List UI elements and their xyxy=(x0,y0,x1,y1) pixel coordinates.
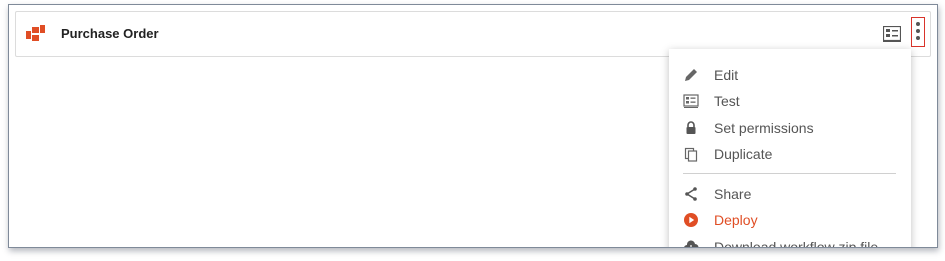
menu-item-label: Download workflow zip file xyxy=(714,239,879,248)
menu-item-share[interactable]: Share xyxy=(669,182,911,206)
menu-divider xyxy=(683,173,896,174)
menu-item-edit[interactable]: Edit xyxy=(669,63,911,87)
play-circle-icon xyxy=(684,213,698,227)
menu-item-label: Share xyxy=(714,186,752,202)
more-vertical-icon xyxy=(916,22,920,26)
menu-item-label: Deploy xyxy=(714,212,758,228)
menu-item-duplicate[interactable]: Duplicate xyxy=(669,142,911,166)
puzzle-logo-icon xyxy=(26,25,45,41)
menu-item-label: Duplicate xyxy=(714,146,773,162)
cloud-download-icon xyxy=(684,240,699,247)
actions-menu: Edit Test Set permissions Duplicate Shar… xyxy=(669,49,911,248)
kebab-dot xyxy=(916,36,920,40)
menu-item-label: Edit xyxy=(714,67,739,83)
checklist-icon xyxy=(683,94,699,108)
menu-item-deploy[interactable]: Deploy xyxy=(669,208,911,232)
menu-item-label: Set permissions xyxy=(714,120,814,136)
menu-item-test[interactable]: Test xyxy=(669,89,911,113)
menu-item-set-permissions[interactable]: Set permissions xyxy=(669,116,911,140)
menu-item-download-workflow[interactable]: Download workflow zip file xyxy=(669,235,911,248)
workflow-title: Purchase Order xyxy=(61,26,159,41)
pencil-icon xyxy=(685,69,697,81)
more-options-button[interactable] xyxy=(911,17,925,47)
menu-item-label: Test xyxy=(714,93,740,109)
app-frame: Purchase Order Edit Test Set permissions… xyxy=(8,4,938,248)
share-icon xyxy=(685,187,697,201)
test-checklist-icon[interactable] xyxy=(883,26,901,42)
copy-icon xyxy=(684,147,698,162)
lock-icon xyxy=(686,121,696,134)
kebab-dot xyxy=(916,29,920,33)
